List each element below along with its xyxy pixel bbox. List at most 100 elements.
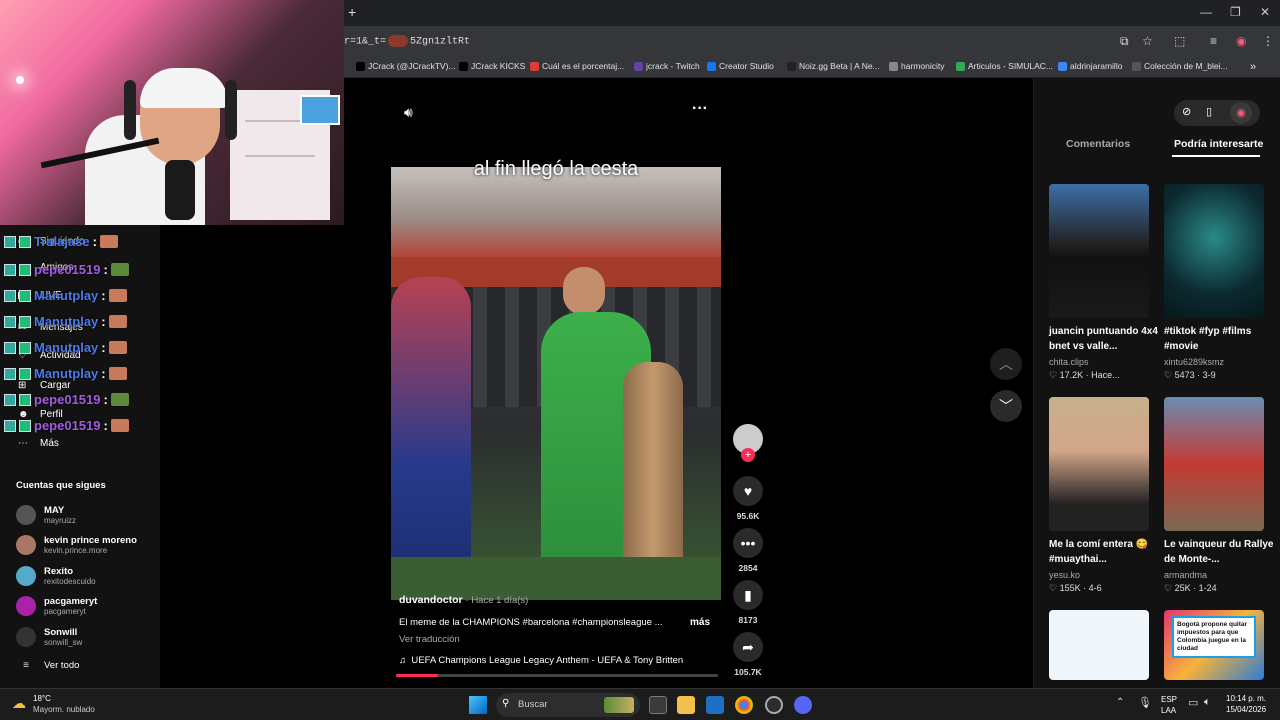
- more-options-icon[interactable]: ···: [692, 100, 708, 118]
- music-line[interactable]: ♫ UEFA Champions League Legacy Anthem - …: [399, 655, 683, 666]
- close-window-icon[interactable]: ✕: [1260, 5, 1270, 19]
- followed-account[interactable]: MAY mayruizz: [16, 505, 76, 525]
- followed-account[interactable]: Sonwill sonwill_sw: [16, 627, 82, 647]
- see-all-link[interactable]: ≡ Ver todo: [16, 660, 79, 671]
- network-icon[interactable]: ▭: [1188, 696, 1198, 709]
- recommended-video-thumb[interactable]: [1049, 184, 1149, 318]
- recommended-title[interactable]: Me la comí entera 😋#muaythai...: [1049, 537, 1159, 567]
- comment-button[interactable]: •••: [733, 528, 763, 558]
- taskbar-search[interactable]: ⚲ Buscar: [496, 693, 640, 717]
- task-view-icon[interactable]: [649, 696, 667, 714]
- recommended-video-thumb[interactable]: Bogotá propone quitar impuestos para que…: [1164, 610, 1264, 680]
- chat-username[interactable]: Manutplay: [34, 288, 98, 303]
- bookmark-item[interactable]: aldrinjaramillo: [1058, 61, 1122, 71]
- clock-time[interactable]: 10:14 p. m.: [1226, 694, 1266, 703]
- chat-emote-icon: [108, 315, 127, 328]
- browser-menu-icon[interactable]: ⋮: [1262, 34, 1274, 48]
- translate-link[interactable]: Ver traducción: [399, 634, 460, 645]
- heart-outline-icon: ♡: [1049, 370, 1060, 380]
- chat-username[interactable]: pepe01519: [34, 392, 101, 407]
- follow-plus-icon[interactable]: +: [741, 448, 755, 462]
- sidebar-item-ms[interactable]: ⋯ Más: [18, 438, 59, 449]
- recommended-title[interactable]: #tiktok #fyp #films #movie: [1164, 324, 1274, 354]
- tab-comments[interactable]: Comentarios: [1066, 138, 1130, 150]
- recommended-user[interactable]: xintu6289ksmz: [1164, 357, 1224, 367]
- chat-username[interactable]: Manutplay: [34, 314, 98, 329]
- video-overlay-text: al fin llegó la cesta: [473, 158, 639, 180]
- chat-username[interactable]: pepe01519: [34, 262, 101, 277]
- video-player[interactable]: [391, 167, 721, 600]
- bookmark-item[interactable]: harmonicity: [889, 61, 944, 71]
- weather-temp[interactable]: 18°C: [33, 694, 51, 703]
- clock-date[interactable]: 15/04/2026: [1226, 705, 1266, 714]
- profile-avatar-icon[interactable]: ◉: [1230, 102, 1252, 124]
- tab-recommended[interactable]: Podría interesarte: [1174, 138, 1270, 150]
- compass-icon[interactable]: ⊘: [1182, 105, 1191, 118]
- new-tab-button[interactable]: +: [348, 4, 356, 20]
- speaker-icon[interactable]: 🔈︎: [1204, 696, 1211, 709]
- chat-username[interactable]: pepe01519: [34, 418, 101, 433]
- media-icon[interactable]: ≡: [1210, 34, 1217, 48]
- previous-video-button[interactable]: ︿: [990, 348, 1022, 380]
- mail-icon[interactable]: [706, 696, 724, 714]
- sidebar-item-cargar[interactable]: ⊞ Cargar: [18, 380, 71, 391]
- recommended-video-thumb[interactable]: [1049, 610, 1149, 680]
- followed-account[interactable]: pacgameryt pacgameryt: [16, 596, 97, 616]
- chat-username[interactable]: Manutplay: [34, 366, 98, 381]
- chat-badge-icon: [19, 235, 31, 248]
- bookmark-item[interactable]: JCrack (@JCrackTV)...: [356, 61, 456, 71]
- recommended-title[interactable]: Le vainqueur du Rallye de Monte-...: [1164, 537, 1274, 567]
- comments-count: 2854: [738, 563, 758, 573]
- bookmark-item[interactable]: Colección de M_blei...: [1132, 61, 1228, 71]
- file-explorer-icon[interactable]: [677, 696, 695, 714]
- chat-username[interactable]: Manutplay: [34, 340, 98, 355]
- video-progress-track[interactable]: [396, 674, 718, 677]
- restore-icon[interactable]: ❐: [1230, 5, 1241, 19]
- recommended-user[interactable]: yesu.ko: [1049, 570, 1080, 580]
- more-bookmarks-icon[interactable]: »: [1250, 61, 1256, 73]
- language-indicator[interactable]: ESP: [1161, 695, 1177, 704]
- obs-icon[interactable]: [765, 696, 783, 714]
- chat-message: Manutplay:: [4, 340, 127, 355]
- bookmark-item[interactable]: JCrack KICKS: [459, 61, 525, 71]
- minimize-icon[interactable]: —: [1200, 5, 1212, 19]
- bookmark-favicon-icon: [634, 61, 643, 71]
- bookmark-item[interactable]: Creator Studio: [707, 61, 774, 71]
- author-avatar[interactable]: +: [733, 424, 763, 462]
- followed-account[interactable]: kevin prince moreno kevin.prince.more: [16, 535, 137, 555]
- weather-desc[interactable]: Mayorm. nublado: [33, 705, 95, 714]
- taskbar: ☁ 18°C Mayorm. nublado ⚲ Buscar ⌃ 🎙︎ ESP…: [0, 688, 1280, 720]
- next-video-button[interactable]: ﹀: [990, 390, 1022, 422]
- recommended-user[interactable]: armandma: [1164, 570, 1207, 580]
- like-button[interactable]: ♥: [733, 476, 763, 506]
- chrome-icon[interactable]: [735, 696, 753, 714]
- caption-more-link[interactable]: más: [690, 617, 710, 628]
- bookmark-favicon-icon: [889, 61, 898, 71]
- recommended-video-thumb[interactable]: [1049, 397, 1149, 531]
- device-icon[interactable]: ▯: [1206, 105, 1212, 118]
- followed-account[interactable]: Rexito rexitodescuido: [16, 566, 96, 586]
- url-text[interactable]: r=1&_t= 5Zgn1zltRt: [344, 35, 470, 48]
- bookmark-item[interactable]: Noiz.gg Beta | A Ne...: [787, 61, 880, 71]
- discord-icon[interactable]: [794, 696, 812, 714]
- chat-username[interactable]: Tralajase: [34, 234, 90, 249]
- bookmark-item[interactable]: Articulos - SIMULAC...: [956, 61, 1053, 71]
- share-button[interactable]: ➦: [733, 632, 763, 662]
- bookmark-star-icon[interactable]: ☆: [1142, 34, 1153, 48]
- extensions-icon[interactable]: ⬚: [1174, 34, 1185, 48]
- bookmark-item[interactable]: Cuál es el porcentaj...: [530, 61, 624, 71]
- recommended-user[interactable]: chita.clips: [1049, 357, 1089, 367]
- recommended-video-thumb[interactable]: [1164, 397, 1264, 531]
- install-app-icon[interactable]: ⧉: [1120, 34, 1129, 49]
- volume-icon[interactable]: 🔊︎: [404, 104, 413, 121]
- microphone-tray-icon[interactable]: 🎙︎: [1138, 696, 1152, 709]
- address-bar[interactable]: r=1&_t= 5Zgn1zltRt ⧉ ☆ ⬚ ≡ ◉ ⋮: [344, 26, 1280, 56]
- bookmark-item[interactable]: jcrack - Twitch: [634, 61, 700, 71]
- save-button[interactable]: ▮: [733, 580, 763, 610]
- start-button[interactable]: [469, 696, 487, 714]
- video-author[interactable]: duvandoctor · Hace 1 día(s): [399, 594, 528, 606]
- tray-chevron-icon[interactable]: ⌃: [1116, 697, 1124, 708]
- profile-icon[interactable]: ◉: [1236, 34, 1246, 48]
- recommended-title[interactable]: juancin puntuando 4x4 bnet vs valle...: [1049, 324, 1159, 354]
- recommended-video-thumb[interactable]: [1164, 184, 1264, 318]
